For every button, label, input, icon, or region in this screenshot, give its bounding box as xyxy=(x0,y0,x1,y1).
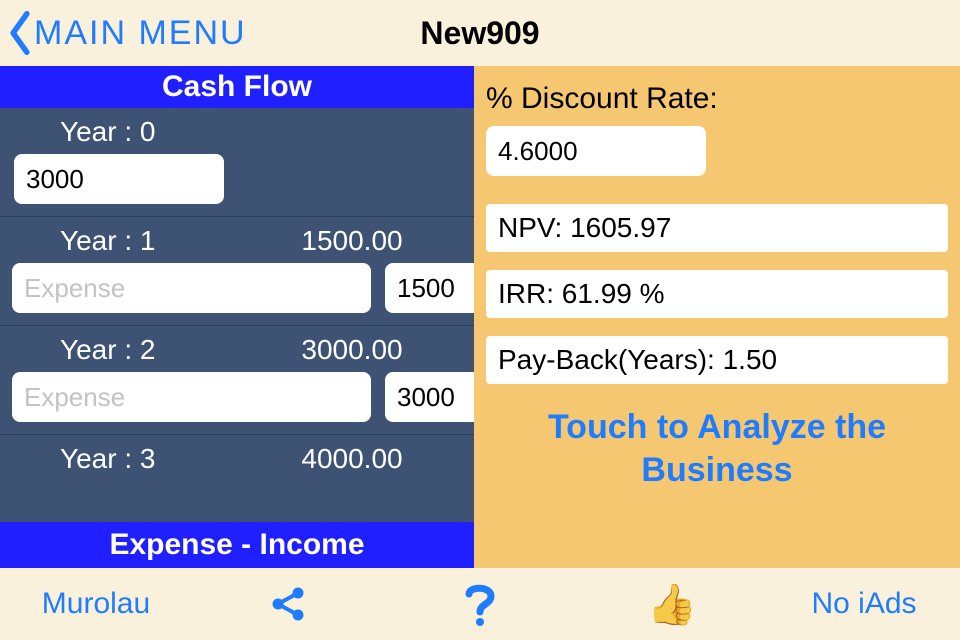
year-block-1: Year : 1 1500.00 xyxy=(0,216,474,325)
like-button[interactable]: 👍 xyxy=(612,581,732,628)
chevron-left-icon xyxy=(6,11,34,55)
results-panel: % Discount Rate: NPV: 1605.97 IRR: 61.99… xyxy=(474,66,960,568)
year0-value-input[interactable] xyxy=(14,154,224,204)
back-label: MAIN MENU xyxy=(34,14,247,53)
irr-result: IRR: 61.99 % xyxy=(486,270,948,318)
year-label: Year : 3 xyxy=(12,443,242,475)
bottom-toolbar: Murolau 👍 No iAds xyxy=(0,568,960,640)
cashflow-footer: Expense - Income xyxy=(0,522,474,568)
year1-income-input[interactable] xyxy=(385,263,474,313)
payback-result: Pay-Back(Years): 1.50 xyxy=(486,336,948,384)
no-iads-label: No iAds xyxy=(811,587,916,621)
discount-rate-input[interactable] xyxy=(486,126,706,176)
year-label: Year : 0 xyxy=(12,116,462,148)
year-block-2: Year : 2 3000.00 xyxy=(0,325,474,434)
npv-result: NPV: 1605.97 xyxy=(486,204,948,252)
year-label: Year : 1 xyxy=(12,225,242,257)
year1-expense-input[interactable] xyxy=(12,263,371,313)
cashflow-header: Cash Flow xyxy=(0,66,474,108)
year-block-0: Year : 0 xyxy=(0,108,474,216)
year-total: 4000.00 xyxy=(242,443,462,475)
share-button[interactable] xyxy=(228,582,348,626)
help-button[interactable] xyxy=(420,580,540,628)
top-nav: MAIN MENU New909 xyxy=(0,0,960,66)
thumbs-up-icon: 👍 xyxy=(647,581,697,628)
back-button[interactable]: MAIN MENU xyxy=(0,11,247,55)
analyze-button[interactable]: Touch to Analyze the Business xyxy=(486,406,948,491)
cashflow-list[interactable]: Year : 0 Year : 1 1500.00 Year : 2 xyxy=(0,108,474,522)
year-total: 1500.00 xyxy=(242,225,462,257)
discount-rate-label: % Discount Rate: xyxy=(486,82,948,116)
year2-income-input[interactable] xyxy=(385,372,474,422)
year-block-3: Year : 3 4000.00 xyxy=(0,434,474,487)
year2-expense-input[interactable] xyxy=(12,372,371,422)
page-title: New909 xyxy=(420,15,539,52)
cashflow-panel: Cash Flow Year : 0 Year : 1 1500.00 xyxy=(0,66,474,568)
main-area: Cash Flow Year : 0 Year : 1 1500.00 xyxy=(0,66,960,568)
brand-label: Murolau xyxy=(42,587,150,621)
year-label: Year : 2 xyxy=(12,334,242,366)
question-icon xyxy=(462,580,498,628)
share-icon xyxy=(266,582,310,626)
year-total: 3000.00 xyxy=(242,334,462,366)
brand-button[interactable]: Murolau xyxy=(36,587,156,621)
no-iads-button[interactable]: No iAds xyxy=(804,587,924,621)
